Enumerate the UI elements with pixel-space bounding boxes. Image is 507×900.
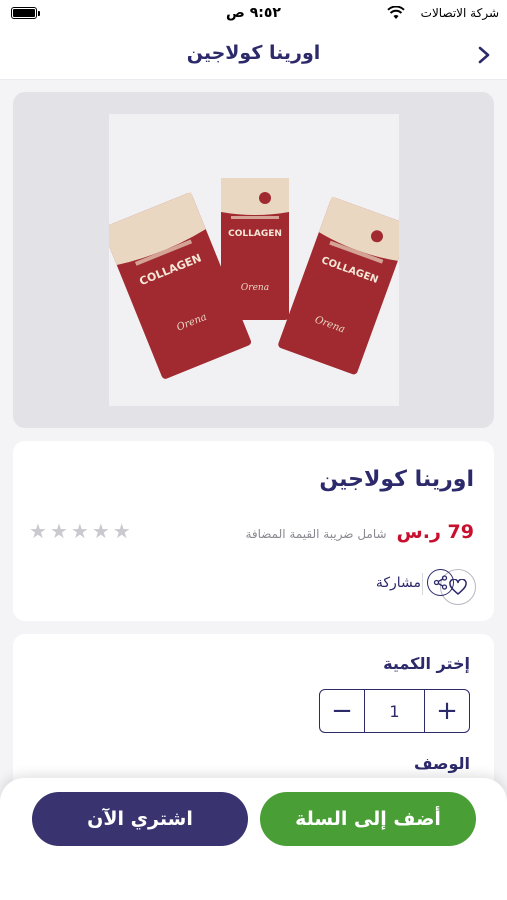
share-icon <box>427 569 454 596</box>
product-title: اورينا كولاجين <box>319 467 474 492</box>
chevron-right-icon[interactable] <box>475 44 493 66</box>
status-time: ٩:٥٢ ص <box>226 5 281 21</box>
star-icon[interactable]: ★ <box>29 521 47 541</box>
star-icon[interactable]: ★ <box>50 521 68 541</box>
bottom-action-bar: أضف إلى السلة اشتري الآن <box>0 778 507 900</box>
vat-note: شامل ضريبة القيمة المضافة <box>245 527 387 541</box>
quantity-stepper: + 1 − <box>319 689 470 733</box>
wifi-icon <box>387 6 405 19</box>
add-to-cart-button[interactable]: أضف إلى السلة <box>260 792 476 846</box>
share-button[interactable]: مشاركة <box>376 569 454 596</box>
battery-icon <box>11 7 40 19</box>
page-title: اورينا كولاجين <box>186 42 321 64</box>
collagen-packs-image: COLLAGEN Orena COLLAGEN Orena COLLAGEN O… <box>101 178 411 379</box>
product-photo[interactable]: COLLAGEN Orena COLLAGEN Orena COLLAGEN O… <box>101 114 411 406</box>
navigation-bar: اورينا كولاجين <box>0 30 507 80</box>
quantity-value[interactable]: 1 <box>364 690 425 732</box>
pack-brand: COLLAGEN <box>228 229 282 239</box>
rating-stars[interactable]: ★ ★ ★ ★ ★ <box>29 521 131 541</box>
pack-signature: Orena <box>241 283 269 293</box>
status-bar: ٩:٥٢ ص شركة الاتصالات <box>0 0 507 30</box>
increase-quantity-button[interactable]: + <box>425 690 469 732</box>
quantity-label: إختر الكمية <box>383 654 470 673</box>
description-heading: الوصف <box>413 754 470 773</box>
product-image-card: COLLAGEN Orena COLLAGEN Orena COLLAGEN O… <box>13 92 494 428</box>
product-info-card: اورينا كولاجين 79 ر.س شامل ضريبة القيمة … <box>13 441 494 621</box>
price-row: 79 ر.س شامل ضريبة القيمة المضافة <box>245 521 474 543</box>
star-icon[interactable]: ★ <box>71 521 89 541</box>
star-icon[interactable]: ★ <box>113 521 131 541</box>
share-label: مشاركة <box>375 574 421 591</box>
decrease-quantity-button[interactable]: − <box>320 690 364 732</box>
star-icon[interactable]: ★ <box>92 521 110 541</box>
product-price: 79 ر.س <box>396 521 474 543</box>
buy-now-button[interactable]: اشتري الآن <box>32 792 248 846</box>
carrier-name: شركة الاتصالات <box>420 6 499 20</box>
